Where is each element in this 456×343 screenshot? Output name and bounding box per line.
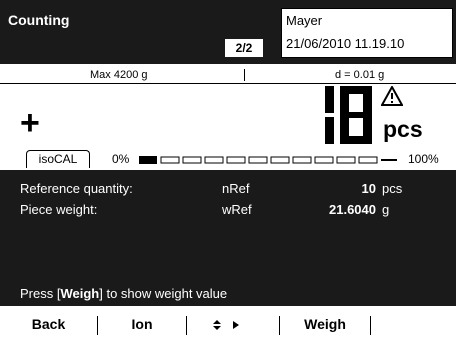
isocal-indicator: isoCAL [26,150,90,168]
hint-message: Press [Weigh] to show weight value [20,286,228,301]
piece-weight-value: 21.6040 [329,202,376,217]
softkey-divider [370,316,371,335]
ref-quantity-symbol: nRef [222,181,250,196]
ref-quantity-unit: pcs [382,181,403,196]
app-title: Counting [8,12,70,28]
title-bar: Counting 2/2 Mayer 21/06/2010 11.19.10 [0,0,456,64]
ion-softkey[interactable]: Ion [98,306,186,343]
right-arrow-icon [233,321,239,330]
softkey-bar: Back Ion Weigh [0,306,456,343]
weight-value-display [325,86,372,144]
warning-triangle-icon [381,86,403,106]
capacity-line: Max 4200 g d = 0.01 g [0,67,456,84]
bargraph-max-label: 100% [408,152,439,166]
user-info-box: Mayer 21/06/2010 11.19.10 [281,8,453,58]
date-time: 21/06/2010 11.19.10 [286,36,405,51]
capacity-divider [244,69,245,81]
weigh-softkey[interactable]: Weigh [280,306,370,343]
piece-weight-unit: g [382,202,390,217]
sign-indicator: + [20,104,40,142]
unit-label: pcs [383,116,423,142]
info-panel: Reference quantity: nRef 10 pcs Piece we… [0,170,456,306]
user-name: Mayer [286,13,323,28]
piece-weight-symbol: wRef [222,202,252,217]
ref-quantity-value: 10 [361,181,376,196]
bargraph-min-label: 0% [112,152,130,166]
hint-key: Weigh [60,286,100,301]
max-capacity: Max 4200 g [90,69,148,81]
readability: d = 0.01 g [335,69,385,81]
ref-quantity-label: Reference quantity: [20,181,133,196]
navigate-softkey[interactable] [187,306,279,343]
capacity-bargraph [139,156,397,164]
up-down-arrow-icon [213,320,239,331]
back-softkey[interactable]: Back [0,306,97,343]
page-indicator: 2/2 [225,39,263,57]
piece-weight-label: Piece weight: [20,202,98,217]
